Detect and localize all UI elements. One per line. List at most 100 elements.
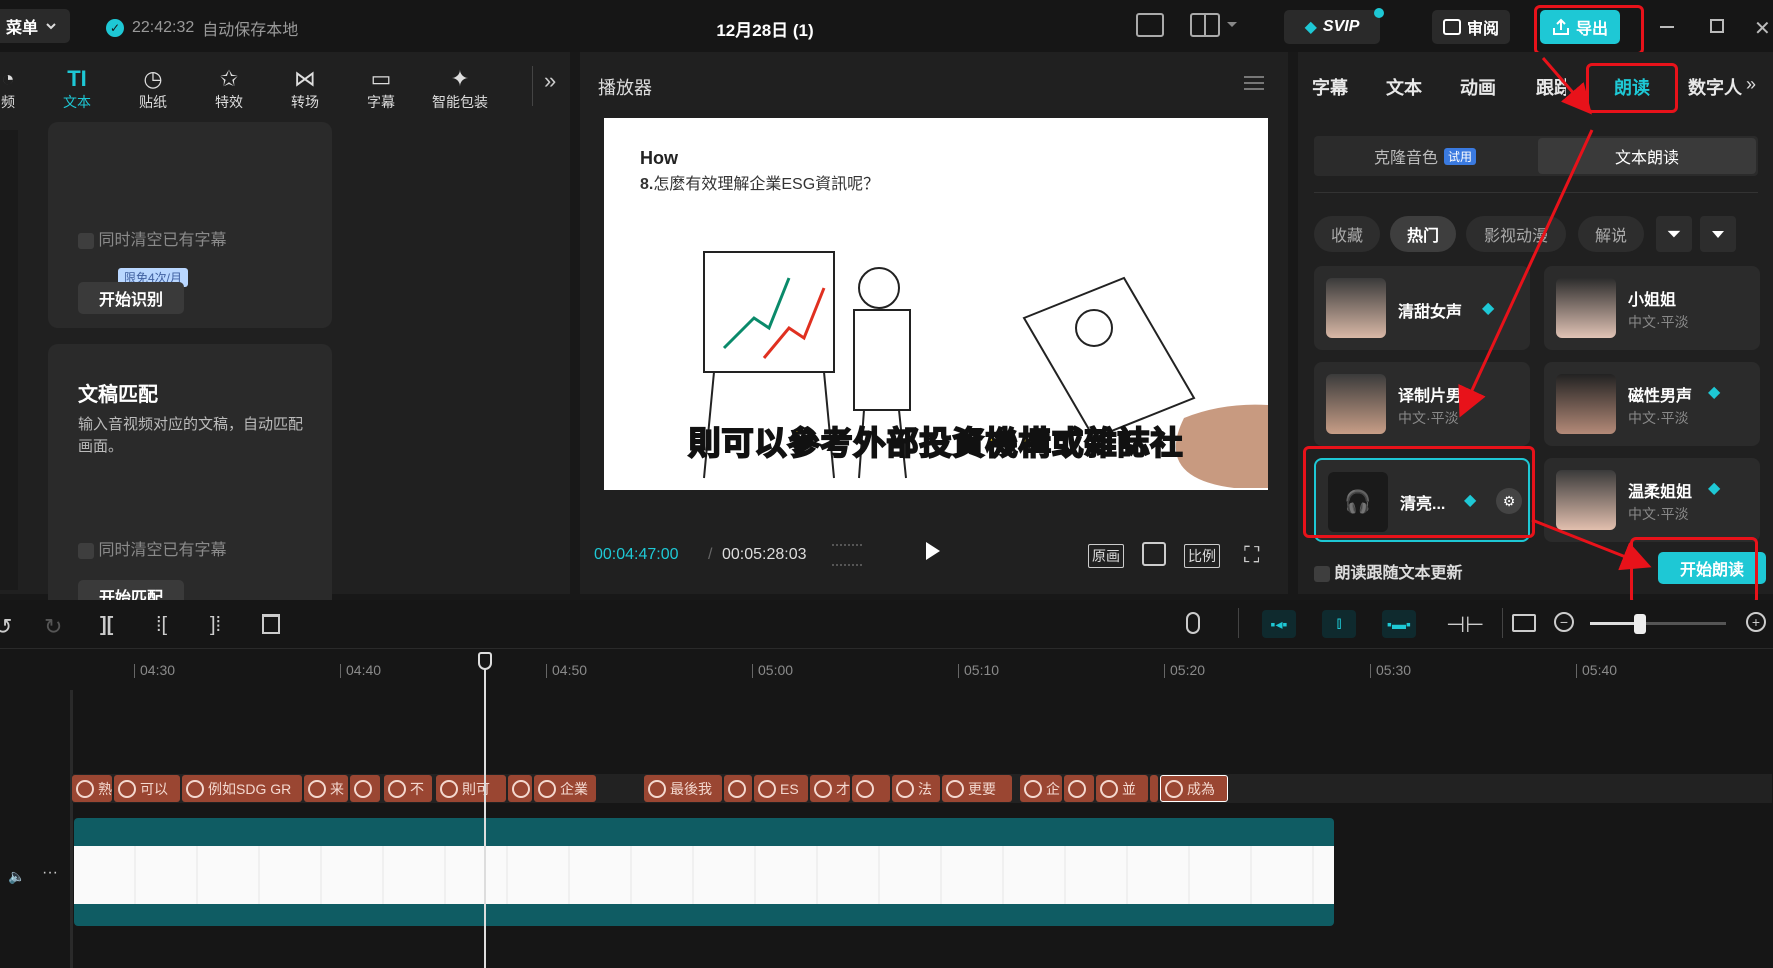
subtitle-clip[interactable]: 更要 xyxy=(942,775,1012,802)
microphone-icon[interactable] xyxy=(1186,612,1200,634)
tab-digital-human[interactable]: 数字人 xyxy=(1688,74,1742,100)
timeline-list-icon[interactable] xyxy=(832,544,862,566)
trim-right-icon[interactable]: ]⁞ xyxy=(210,614,221,637)
trim-left-icon[interactable]: ⁞[ xyxy=(156,614,167,637)
manuscript-desc: 输入音视频对应的文稿，自动匹配画面。 xyxy=(78,416,304,455)
tool-sticker[interactable]: ◷ 贴纸 xyxy=(123,60,183,112)
subtitle-clip[interactable]: 最後我 xyxy=(644,775,722,802)
tab-text[interactable]: 文本 xyxy=(1386,74,1422,100)
subtitle-clip[interactable]: 法 xyxy=(892,775,940,802)
track-more-icon[interactable]: ··· xyxy=(42,864,58,882)
screenshot-icon[interactable] xyxy=(1512,614,1536,632)
filter-hot[interactable]: 热门 xyxy=(1390,216,1456,252)
preview-axis-icon[interactable]: ⊣⊢ xyxy=(1446,612,1484,638)
subtitle-clip[interactable] xyxy=(852,775,890,802)
voice-avatar xyxy=(1556,470,1616,530)
subtab-clone[interactable]: 克隆音色 试用 xyxy=(1314,136,1536,176)
follow-update-checkbox[interactable] xyxy=(1314,565,1330,582)
subtitle-clip[interactable] xyxy=(508,775,532,802)
tab-animation[interactable]: 动画 xyxy=(1460,74,1496,100)
split-icon[interactable]: ][ xyxy=(100,614,113,637)
subtitle-clip[interactable]: 才 xyxy=(810,775,850,802)
video-clip[interactable] xyxy=(74,818,1334,926)
recognize-clear-checkbox[interactable] xyxy=(78,232,94,249)
ruler-tick: 04:30 xyxy=(133,662,176,678)
sticker-icon: ◷ xyxy=(143,66,163,91)
start-recognize-button[interactable]: 开始识别 xyxy=(78,282,184,314)
review-button[interactable]: 审阅 xyxy=(1432,10,1510,44)
layout-chevron-icon[interactable] xyxy=(1226,20,1238,30)
subtitle-clip[interactable]: 並 xyxy=(1096,775,1148,802)
zoom-slider-handle[interactable] xyxy=(1634,614,1646,634)
subtitle-clip[interactable]: 不 xyxy=(384,775,432,802)
tab-tracking[interactable]: 跟踪 xyxy=(1536,74,1566,100)
maximize-icon[interactable] xyxy=(1710,19,1724,33)
redo-icon[interactable]: ↻ xyxy=(44,614,62,640)
tab-subtitle[interactable]: 字幕 xyxy=(1312,74,1348,100)
tool-smart-pack[interactable]: ✦ 智能包装 xyxy=(428,60,492,112)
manuscript-clear-option[interactable]: 同时清空已有字幕 xyxy=(78,536,226,560)
subtitle-clip[interactable]: 来 xyxy=(304,775,348,802)
recognize-clear-option[interactable]: 同时清空已有字幕 xyxy=(78,226,226,250)
voice-avatar xyxy=(1326,278,1386,338)
subtitle-clip[interactable] xyxy=(1064,775,1094,802)
filter-favorites[interactable]: 收藏 xyxy=(1314,216,1380,252)
tool-effects[interactable]: ✩ 特效 xyxy=(199,60,259,112)
fit-view-icon[interactable] xyxy=(1142,542,1166,566)
original-button[interactable]: 原画 xyxy=(1088,544,1124,568)
filter-sort-icon[interactable]: ⏷ xyxy=(1656,216,1692,252)
layout-icon[interactable] xyxy=(1190,13,1220,37)
player-menu-icon[interactable] xyxy=(1244,76,1264,90)
manuscript-clear-checkbox[interactable] xyxy=(78,542,94,559)
voice-card-sweet-female[interactable]: 清甜女声 ◆ xyxy=(1314,266,1530,350)
playhead-handle[interactable] xyxy=(478,652,492,670)
voice-card-dubbing-male[interactable]: 译制片男 中文·平淡 xyxy=(1314,362,1530,446)
follow-update-option[interactable]: 朗读跟随文本更新 xyxy=(1314,559,1462,583)
subtitle-clip[interactable]: 企 xyxy=(1020,775,1062,802)
tool-subtitle[interactable]: ▭ 字幕 xyxy=(351,60,411,112)
subtitle-clip[interactable] xyxy=(350,775,380,802)
tool-transition[interactable]: ⋈ 转场 xyxy=(275,60,335,112)
keyboard-icon[interactable] xyxy=(1136,13,1164,37)
more-tools-icon[interactable]: » xyxy=(544,68,556,94)
subtitle-clip[interactable]: 例如SDG GR xyxy=(182,775,302,802)
zoom-slider[interactable] xyxy=(1590,622,1726,625)
filter-film[interactable]: 影视动漫 xyxy=(1466,216,1566,252)
subtitle-clip[interactable]: 熟 xyxy=(72,775,112,802)
subtitle-clip[interactable] xyxy=(1150,775,1158,802)
tool-audio[interactable]: ◔ 频 xyxy=(0,60,38,112)
track-audio-icon[interactable]: 🔈 xyxy=(8,868,25,885)
subtitle-clip-selected[interactable]: 成為 xyxy=(1160,775,1228,802)
voice-card-gentle-sister[interactable]: 温柔姐姐 ◆ 中文·平淡 xyxy=(1544,458,1760,542)
voice-card-miss[interactable]: 小姐姐 中文·平淡 xyxy=(1544,266,1760,350)
undo-icon[interactable]: ↺ xyxy=(0,614,12,640)
linkage-icon[interactable]: ▪▬▪ xyxy=(1382,610,1416,638)
subtab-tts[interactable]: 文本朗读 xyxy=(1538,138,1756,174)
auto-snap-icon[interactable]: ⫾ xyxy=(1322,610,1356,638)
subtitle-clip[interactable]: 則可 xyxy=(436,775,506,802)
main-track-magnet-icon[interactable]: ▪◂▪ xyxy=(1262,610,1296,638)
subtitle-clip[interactable]: 企業 xyxy=(534,775,596,802)
menu-button[interactable]: 菜单 xyxy=(0,9,70,43)
subtitle-clip[interactable] xyxy=(724,775,752,802)
close-icon[interactable]: ✕ xyxy=(1754,16,1771,41)
voice-card-magnetic-male[interactable]: 磁性男声 ◆ 中文·平淡 xyxy=(1544,362,1760,446)
play-icon[interactable] xyxy=(926,542,940,560)
zoom-in-icon[interactable]: + xyxy=(1746,612,1766,632)
subtitle-clip[interactable]: ES xyxy=(754,775,808,802)
minimize-icon[interactable] xyxy=(1660,26,1674,28)
fullscreen-icon[interactable]: ⛶ xyxy=(1244,542,1259,568)
delete-icon[interactable] xyxy=(262,614,280,634)
timeline-panel: ↺ ↻ ][ ⁞[ ]⁞ ▪◂▪ ⫾ ▪▬▪ ⊣⊢ − + 04:30 04:4… xyxy=(0,600,1773,968)
video-frame[interactable]: How 8.怎麼有效理解企業ESG資訊呢？ 則可以參考外部投資機構或雜誌社 xyxy=(604,118,1268,490)
ratio-button[interactable]: 比例 xyxy=(1184,544,1220,568)
subtitle-clip[interactable]: 可以 xyxy=(114,775,180,802)
filter-commentary[interactable]: 解说 xyxy=(1578,216,1644,252)
zoom-out-icon[interactable]: − xyxy=(1554,612,1574,632)
tabs-more-icon[interactable]: » xyxy=(1746,74,1756,95)
playhead[interactable] xyxy=(484,652,486,968)
svip-button[interactable]: ◆ SVIP xyxy=(1284,8,1384,44)
tool-text[interactable]: TI 文本 xyxy=(47,60,107,112)
project-title[interactable]: 12月28日 (1) xyxy=(600,16,930,41)
filter-dropdown-icon[interactable] xyxy=(1700,216,1736,252)
